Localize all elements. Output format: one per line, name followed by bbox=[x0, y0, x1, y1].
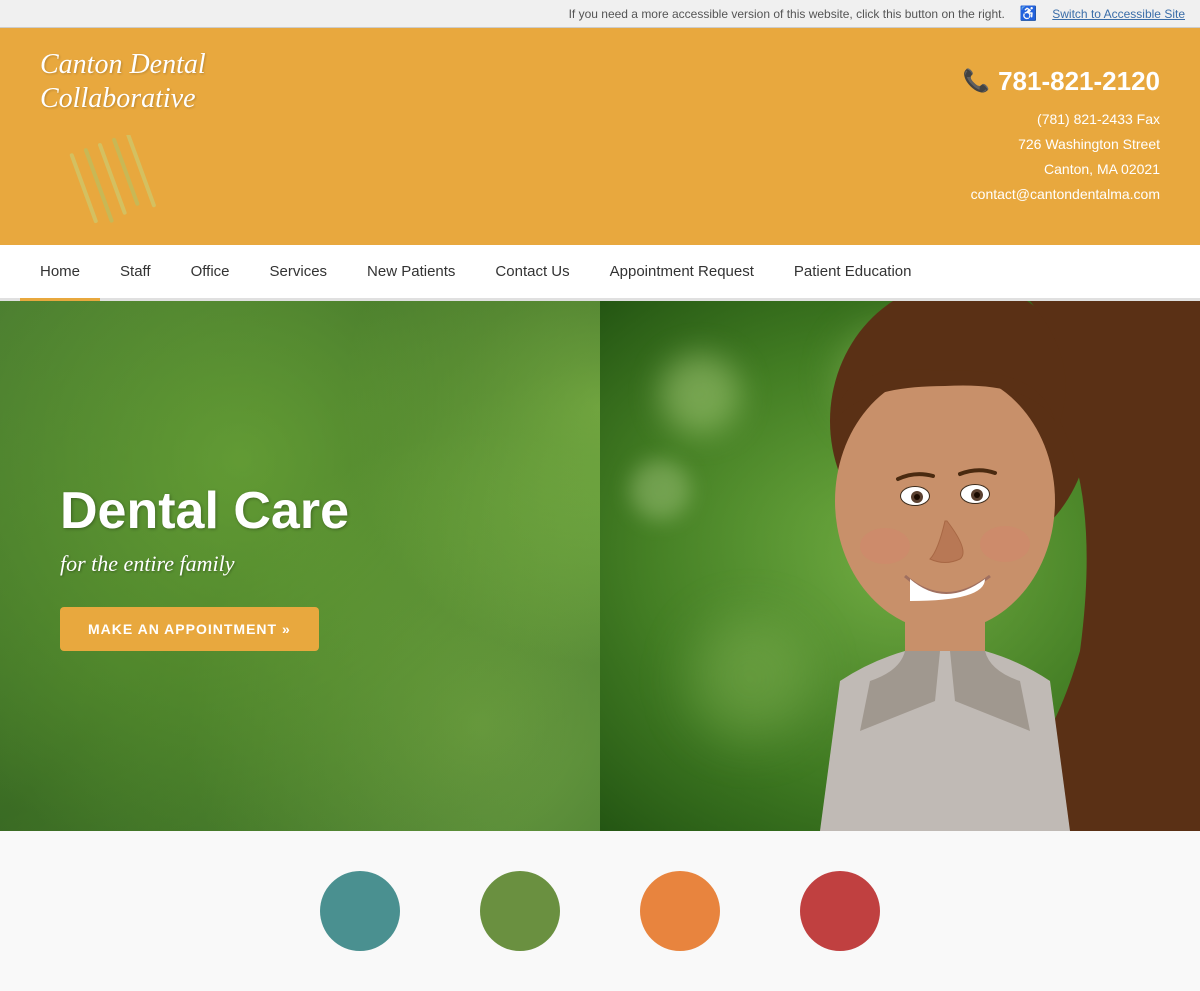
accessibility-message: If you need a more accessible version of… bbox=[569, 7, 1005, 21]
circle-red bbox=[800, 871, 880, 951]
person-svg bbox=[720, 301, 1200, 831]
nav-item-patient-education[interactable]: Patient Education bbox=[774, 245, 932, 301]
hero-image-area bbox=[600, 301, 1200, 831]
hero-content: Dental Care for the entire family MAKE A… bbox=[60, 481, 349, 651]
phone-icon: 📞 bbox=[963, 68, 990, 94]
nav-item-new-patients[interactable]: New Patients bbox=[347, 245, 475, 301]
contact-area: 📞 781-821-2120 (781) 821-2433 Fax 726 Wa… bbox=[320, 66, 1160, 208]
nav-item-appointment-request[interactable]: Appointment Request bbox=[590, 245, 774, 301]
address-line1: 726 Washington Street bbox=[971, 132, 1160, 157]
circle-item-3 bbox=[640, 871, 720, 951]
contact-details: (781) 821-2433 Fax 726 Washington Street… bbox=[971, 107, 1160, 208]
nav-item-home[interactable]: Home bbox=[20, 245, 100, 301]
logo-area: Canton Dental Collaborative bbox=[40, 48, 320, 225]
phone-number: 📞 781-821-2120 bbox=[963, 66, 1160, 97]
hero-section: Dental Care for the entire family MAKE A… bbox=[0, 301, 1200, 831]
accessibility-bar: If you need a more accessible version of… bbox=[0, 0, 1200, 28]
logo-text: Canton Dental Collaborative bbox=[40, 48, 206, 115]
circle-item-2 bbox=[480, 871, 560, 951]
navbar: HomeStaffOfficeServicesNew PatientsConta… bbox=[0, 245, 1200, 301]
accessible-site-link[interactable]: Switch to Accessible Site bbox=[1052, 7, 1185, 21]
fax-number: (781) 821-2433 Fax bbox=[971, 107, 1160, 132]
nav-item-contact-us[interactable]: Contact Us bbox=[475, 245, 589, 301]
circle-orange bbox=[640, 871, 720, 951]
logo-instruments bbox=[40, 135, 160, 225]
phone-text: 781-821-2120 bbox=[998, 66, 1160, 97]
logo-line2: Collaborative bbox=[40, 83, 196, 114]
circle-item-1 bbox=[320, 871, 400, 951]
circle-green bbox=[480, 871, 560, 951]
bottom-section bbox=[0, 831, 1200, 991]
hero-subtitle: for the entire family bbox=[60, 551, 349, 577]
email-address: contact@cantondentalma.com bbox=[971, 182, 1160, 207]
nav-item-staff[interactable]: Staff bbox=[100, 245, 171, 301]
hero-title: Dental Care bbox=[60, 481, 349, 541]
instruments-svg bbox=[40, 135, 160, 235]
nav-item-services[interactable]: Services bbox=[250, 245, 348, 301]
circle-teal bbox=[320, 871, 400, 951]
accessibility-icon: ♿ bbox=[1020, 5, 1037, 22]
logo-line1: Canton Dental bbox=[40, 49, 206, 80]
header: Canton Dental Collaborative 📞 bbox=[0, 28, 1200, 245]
nav-item-office[interactable]: Office bbox=[171, 245, 250, 301]
cta-button[interactable]: MAKE AN APPOINTMENT » bbox=[60, 607, 319, 651]
address-line2: Canton, MA 02021 bbox=[971, 157, 1160, 182]
circle-item-4 bbox=[800, 871, 880, 951]
